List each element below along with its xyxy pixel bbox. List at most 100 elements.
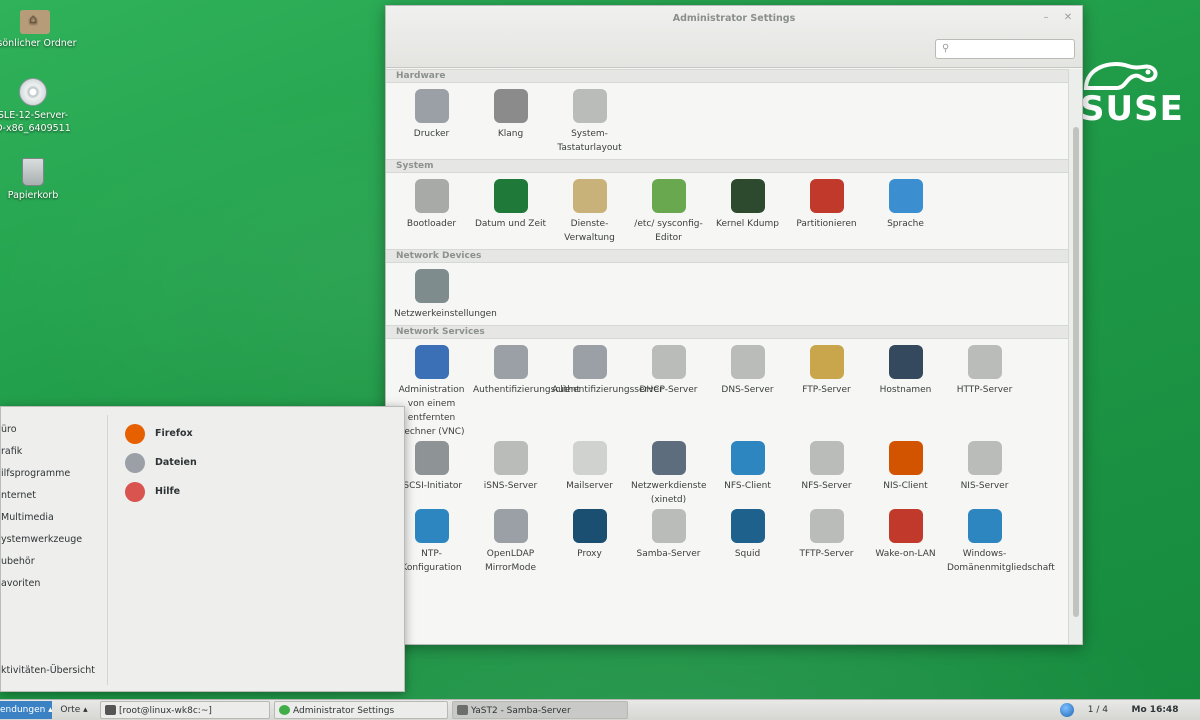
settings-item[interactable]: Sprache <box>866 177 945 245</box>
settings-item[interactable]: Windows-Domänenmitgliedschaft <box>945 507 1055 575</box>
menu-app-item[interactable]: Firefox <box>125 419 197 448</box>
settings-item[interactable]: TFTP-Server <box>787 507 866 575</box>
settings-item[interactable]: Netzwerkdienste (xinetd) <box>629 439 708 507</box>
settings-item[interactable]: iSNS-Server <box>471 439 550 507</box>
applications-menu-button[interactable]: endungen ▴ <box>0 701 52 719</box>
window-title: Administrator Settings <box>672 13 796 24</box>
settings-item[interactable]: Klang <box>471 87 550 155</box>
task-label: [root@linux-wk8c:~] <box>119 706 212 716</box>
settings-item[interactable]: Bootloader <box>392 177 471 245</box>
settings-item[interactable]: DNS-Server <box>708 343 787 439</box>
settings-item[interactable]: NFS-Server <box>787 439 866 507</box>
settings-item[interactable]: System-Tastaturlayout <box>550 87 629 155</box>
section-header: Network Services <box>386 325 1068 339</box>
mail-icon <box>572 441 607 475</box>
menu-app-item[interactable]: Hilfe <box>125 477 197 506</box>
nis-client-icon <box>888 441 923 475</box>
section-grid: Administration von einem entfernten Rech… <box>386 339 1068 579</box>
section-header: Hardware <box>386 69 1068 83</box>
close-button[interactable]: ✕ <box>1062 12 1074 24</box>
section-header: System <box>386 159 1068 173</box>
settings-item-label: DHCP-Server <box>639 385 698 395</box>
task-yast-samba-server[interactable]: YaST2 - Samba-Server <box>452 701 628 719</box>
nfs-client-icon <box>730 441 765 475</box>
suse-logo: SUSE <box>1080 58 1184 129</box>
settings-item-label: Authentifizierungsserver <box>552 385 663 395</box>
clock[interactable]: Mo 16:48 <box>1112 701 1198 719</box>
menu-category[interactable]: nternet <box>1 485 107 507</box>
terminal-icon <box>730 179 765 213</box>
task-administrator-settings[interactable]: Administrator Settings <box>274 701 448 719</box>
desktop-disc[interactable]: SLE-12-Server- D-x86_6409511 <box>0 78 78 135</box>
settings-item-label: TFTP-Server <box>799 549 854 559</box>
search-box[interactable]: ⚲ <box>935 39 1075 59</box>
settings-item-label: Netzwerkeinstellungen <box>394 309 497 319</box>
globe-icon <box>1060 703 1074 717</box>
menu-category[interactable]: ubehör <box>1 551 107 573</box>
settings-item-label: OpenLDAP MirrorMode <box>484 549 537 573</box>
task-terminal[interactable]: [root@linux-wk8c:~] <box>100 701 270 719</box>
activities-overview-item[interactable]: ktivitäten-Übersicht <box>1 665 95 676</box>
minimize-button[interactable]: – <box>1040 12 1052 24</box>
window-titlebar[interactable]: Administrator Settings – ✕ ⚲ <box>386 6 1082 68</box>
settings-item-label: Drucker <box>413 129 450 139</box>
settings-item[interactable]: Drucker <box>392 87 471 155</box>
clock-icon <box>414 509 449 543</box>
section-grid: Drucker Klang System-Tastaturlayout <box>386 83 1068 159</box>
settings-item-label: Wake-on-LAN <box>875 549 936 559</box>
monitor-icon <box>888 345 923 379</box>
settings-item[interactable]: Partitionieren <box>787 177 866 245</box>
ftp-server-icon <box>809 345 844 379</box>
settings-item[interactable]: Mailserver <box>550 439 629 507</box>
menu-category[interactable]: ilfsprogramme <box>1 463 107 485</box>
workspace-switcher[interactable]: 1 / 4 <box>1058 701 1108 719</box>
menu-category[interactable]: rafik <box>1 441 107 463</box>
vertical-scrollbar[interactable] <box>1068 69 1082 644</box>
settings-item[interactable]: NIS-Server <box>945 439 1024 507</box>
settings-item[interactable]: Dienste-Verwaltung <box>550 177 629 245</box>
menu-app-label: Hilfe <box>155 486 181 497</box>
desktop-home-folder[interactable]: rsönlicher Ordner <box>0 10 80 50</box>
settings-item[interactable]: Samba-Server <box>629 507 708 575</box>
settings-item[interactable]: Hostnamen <box>866 343 945 439</box>
tftp-server-icon <box>809 509 844 543</box>
settings-item-label: Mailserver <box>566 481 613 491</box>
yast-window-icon <box>457 705 468 715</box>
settings-item[interactable]: OpenLDAP MirrorMode <box>471 507 550 575</box>
settings-item[interactable]: /etc/ sysconfig-Editor <box>629 177 708 245</box>
settings-item[interactable]: Authentifizierungsclient <box>471 343 580 439</box>
section-header: Network Devices <box>386 249 1068 263</box>
settings-item[interactable]: Authentifizierungsserver <box>550 343 663 439</box>
settings-item[interactable]: Wake-on-LAN <box>866 507 945 575</box>
scrollbar-thumb[interactable] <box>1073 127 1079 617</box>
menu-divider <box>107 415 108 685</box>
lifebuoy-icon <box>125 481 145 502</box>
nfs-server-icon <box>809 441 844 475</box>
disk-pie-icon <box>809 179 844 213</box>
menu-category[interactable]: avoriten <box>1 573 107 595</box>
settings-item[interactable]: Squid <box>708 507 787 575</box>
administrator-settings-window: Administrator Settings – ✕ ⚲ Hardware Dru… <box>385 5 1083 645</box>
settings-item[interactable]: HTTP-Server <box>945 343 1024 439</box>
settings-item[interactable]: FTP-Server <box>787 343 866 439</box>
squid-icon <box>730 509 765 543</box>
settings-item[interactable]: NIS-Client <box>866 439 945 507</box>
samba-server-icon <box>651 509 686 543</box>
places-menu-button[interactable]: Orte ▴ <box>54 701 94 719</box>
menu-category[interactable]: üro <box>1 419 107 441</box>
desktop-trash[interactable]: Papierkorb <box>0 158 78 202</box>
settings-item[interactable]: Proxy <box>550 507 629 575</box>
chameleon-icon <box>1083 62 1158 90</box>
settings-item[interactable]: NFS-Client <box>708 439 787 507</box>
settings-item[interactable]: Netzwerkeinstellungen <box>392 267 497 321</box>
menu-app-item[interactable]: Dateien <box>125 448 197 477</box>
search-input[interactable] <box>956 42 1068 56</box>
applications-menu: üro rafik ilfsprogramme nternet Multimedia ys… <box>0 406 405 692</box>
menu-category[interactable]: ystemwerkzeuge <box>1 529 107 551</box>
dhcp-server-icon <box>651 345 686 379</box>
proxy-icon <box>572 509 607 543</box>
settings-item[interactable]: Kernel Kdump <box>708 177 787 245</box>
menu-category[interactable]: Multimedia <box>1 507 107 529</box>
settings-item[interactable]: DHCP-Server <box>629 343 708 439</box>
settings-item[interactable]: Datum und Zeit <box>471 177 550 245</box>
